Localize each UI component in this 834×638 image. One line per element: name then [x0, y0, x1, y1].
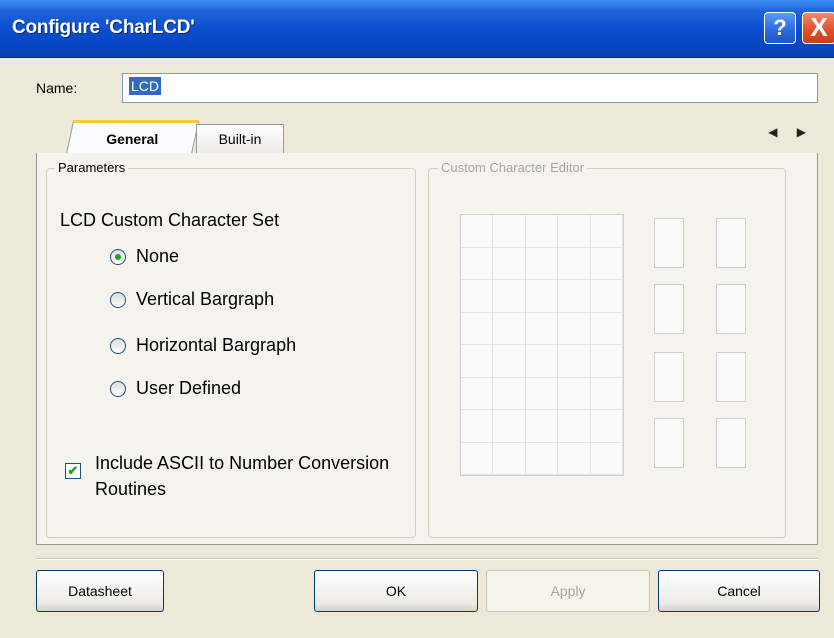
radio-vertical-bargraph-label: Vertical Bargraph [136, 289, 275, 309]
name-input-value: LCD [129, 77, 162, 95]
character-set-label: LCD Custom Character Set [60, 210, 280, 230]
radio-none[interactable]: None [110, 246, 179, 267]
custom-character-editor-title: Custom Character Editor [438, 160, 588, 175]
radio-user-defined[interactable]: User Defined [110, 378, 241, 399]
pixel-cell [558, 312, 591, 345]
cancel-button[interactable]: Cancel [658, 570, 820, 612]
pixel-cell [590, 280, 623, 313]
character-slot-7 [654, 418, 684, 468]
pixel-cell [461, 247, 494, 280]
character-slot-5 [654, 352, 684, 402]
pixel-cell [590, 442, 623, 475]
pixel-cell [493, 442, 526, 475]
ascii-conversion-label: Include ASCII to Number Conversion Routi… [95, 453, 390, 499]
parameters-group-title: Parameters [55, 160, 129, 175]
pixel-cell [590, 345, 623, 378]
pixel-cell [461, 442, 494, 475]
pixel-cell [461, 312, 494, 345]
character-slot-6 [716, 352, 746, 402]
pixel-cell [461, 377, 494, 410]
character-slot-8 [716, 418, 746, 468]
pixel-cell [525, 312, 559, 345]
pixel-cell [558, 377, 591, 410]
name-input[interactable]: LCD [122, 73, 818, 103]
pixel-cell [558, 410, 591, 443]
tab-built-in[interactable]: Built-in [196, 124, 284, 154]
pixel-cell [590, 247, 623, 280]
pixel-cell [558, 215, 591, 248]
pixel-cell [558, 345, 591, 378]
character-slot-4 [716, 284, 746, 334]
pixel-cell [525, 442, 559, 475]
ascii-conversion-checkbox[interactable]: ✔ [65, 463, 81, 479]
radio-unselected-icon [110, 380, 126, 397]
title-bar[interactable]: Configure 'CharLCD' ? X [0, 0, 834, 58]
pixel-cell [493, 312, 526, 345]
pixel-cell [590, 215, 623, 248]
pixel-cell [590, 312, 623, 345]
pixel-cell [461, 215, 494, 248]
ok-button[interactable]: OK [314, 570, 478, 612]
window-title: Configure 'CharLCD' [12, 17, 195, 38]
datasheet-button[interactable]: Datasheet [36, 570, 164, 612]
button-separator [36, 558, 818, 560]
pixel-cell [558, 442, 591, 475]
help-icon: ? [773, 15, 787, 40]
tab-strip: General Built-in ◀ ▶ [36, 117, 818, 154]
apply-button: Apply [486, 570, 650, 612]
pixel-cell [558, 247, 591, 280]
pixel-cell [493, 345, 526, 378]
pixel-cell [493, 247, 526, 280]
pixel-cell [493, 410, 526, 443]
pixel-cell [461, 280, 494, 313]
character-slot-3 [654, 284, 684, 334]
pixel-cell [558, 280, 591, 313]
pixel-cell [525, 247, 559, 280]
pixel-cell [525, 215, 559, 248]
tab-general-label: General [106, 131, 159, 147]
pixel-cell [590, 410, 623, 443]
character-slot-2 [716, 218, 746, 268]
tab-general[interactable]: General [66, 120, 200, 154]
radio-unselected-icon [110, 337, 126, 354]
tab-built-in-label: Built-in [218, 131, 262, 147]
character-pixel-grid [460, 214, 624, 476]
close-icon: X [810, 12, 828, 42]
radio-vertical-bargraph[interactable]: Vertical Bargraph [110, 289, 274, 310]
tab-scroll-arrows[interactable]: ◀ ▶ [768, 125, 814, 139]
help-button[interactable]: ? [764, 12, 796, 44]
radio-horizontal-bargraph-label: Horizontal Bargraph [136, 335, 297, 355]
pixel-cell [493, 280, 526, 313]
pixel-cell [525, 410, 559, 443]
character-slot-1 [654, 218, 684, 268]
radio-unselected-icon [110, 291, 126, 308]
radio-selected-icon [110, 248, 126, 265]
radio-horizontal-bargraph[interactable]: Horizontal Bargraph [110, 335, 296, 356]
pixel-cell [590, 377, 623, 410]
radio-none-label: None [136, 246, 180, 266]
pixel-cell [525, 377, 559, 410]
pixel-cell [461, 410, 494, 443]
pixel-cell [461, 345, 494, 378]
name-label: Name: [36, 80, 78, 96]
radio-user-defined-label: User Defined [136, 378, 242, 398]
pixel-cell [525, 280, 559, 313]
pixel-cell [493, 377, 526, 410]
close-button[interactable]: X [802, 12, 834, 44]
pixel-cell [525, 345, 559, 378]
pixel-cell [493, 215, 526, 248]
